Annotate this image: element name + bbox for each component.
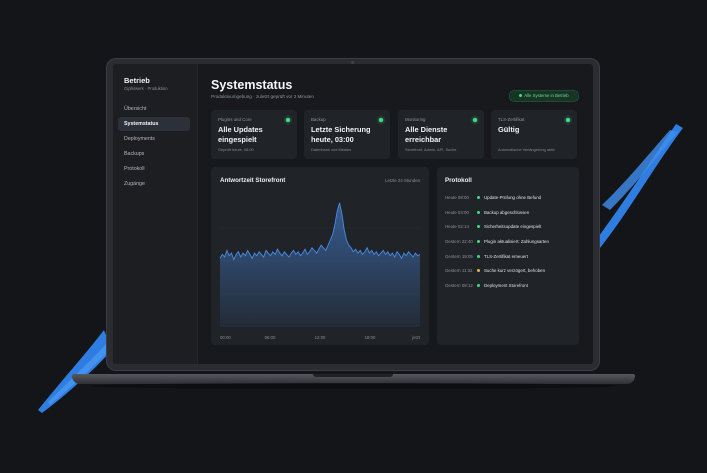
app-title: Betrieb — [124, 76, 150, 85]
sidebar-item-zugaenge[interactable]: Zugänge — [118, 177, 190, 191]
sidebar-item-backups[interactable]: Backups — [118, 147, 190, 161]
card-note: Geprüft heute, 08:00 — [218, 147, 254, 152]
card-plugins[interactable]: Plugins und Core Alle Updates eingespiel… — [211, 110, 297, 159]
sidebar: Betrieb Gipfelwerk · Produktion Übersich… — [113, 64, 198, 364]
log-text: Deployment Storefront — [484, 282, 528, 288]
log-time: Gestern 22:40 — [445, 238, 473, 244]
card-tls[interactable]: TLS-Zertifikat Gültig Automatische Verlä… — [491, 110, 577, 159]
status-dot-icon — [477, 269, 480, 273]
status-badge: Alle Systeme in Betrieb — [509, 90, 579, 102]
list-item[interactable]: Heute 03:00 Backup abgeschlossen — [445, 205, 575, 220]
status-dot-icon — [477, 225, 480, 229]
log-text: Sicherheitsupdate eingespielt — [484, 224, 542, 230]
page-title: Systemstatus — [211, 78, 293, 92]
sidebar-item-uebersicht[interactable]: Übersicht — [118, 102, 190, 116]
status-dot-icon — [477, 254, 480, 258]
log-time: Heute 08:00 — [445, 194, 469, 200]
sidebar-item-systemstatus[interactable]: Systemstatus — [118, 117, 190, 131]
sidebar-item-protokoll[interactable]: Protokoll — [118, 162, 190, 176]
status-dot-icon — [519, 94, 523, 98]
status-dot-icon — [566, 118, 570, 122]
card-label: TLS-Zertifikat — [498, 117, 525, 122]
log-time: Gestern 19:05 — [445, 253, 473, 259]
card-label: Plugins und Core — [218, 117, 252, 122]
status-dot-icon — [379, 118, 383, 122]
list-item[interactable]: Gestern 22:40 Plugin aktualisiert: Zahlun… — [445, 234, 575, 249]
sidebar-nav: Übersicht Systemstatus Deployments Backu… — [118, 102, 190, 192]
log-text: Backup abgeschlossen — [484, 209, 530, 215]
status-dot-icon — [286, 118, 290, 122]
list-item[interactable]: Gestern 19:05 TLS-Zertifikat erneuert — [445, 249, 575, 264]
status-dot-icon — [477, 195, 480, 199]
status-dot-icon — [477, 239, 480, 243]
x-tick-label: 18:00 — [365, 335, 376, 340]
protocol-title: Protokoll — [445, 177, 472, 184]
x-tick-label: 00:00 — [220, 335, 231, 340]
status-dot-icon — [477, 210, 480, 214]
app-subtitle: Gipfelwerk · Produktion — [124, 86, 168, 91]
card-value: Gültig — [498, 125, 520, 134]
list-item[interactable]: Heute 08:00 Update-Prüfung ohne Befund — [445, 190, 575, 205]
log-time: Gestern 11:32 — [445, 268, 473, 274]
laptop-base-notch — [313, 374, 393, 377]
log-time: Heute 03:00 — [445, 209, 469, 215]
status-dot-icon — [473, 118, 477, 122]
x-tick-label: 12:00 — [315, 335, 326, 340]
card-note: Storefront, Admin, API, Suche — [405, 147, 457, 152]
card-note: Datenbank und Medien — [311, 147, 352, 152]
status-badge-label: Alle Systeme in Betrieb — [524, 93, 569, 98]
page-subtitle: Produktivumgebung · zuletzt geprüft vor … — [211, 94, 314, 99]
log-text: Plugin aktualisiert: Zahlungsarten — [484, 238, 549, 244]
protocol-list: Heute 08:00 Update-Prüfung ohne Befund Heu… — [445, 190, 575, 293]
status-dot-icon — [477, 283, 480, 287]
card-label: Monitoring — [405, 117, 426, 122]
card-label: Backup — [311, 117, 326, 122]
log-text: TLS-Zertifikat erneuert — [484, 253, 528, 259]
protocol-panel: Protokoll Heute 08:00 Update-Prüfung ohne… — [437, 167, 579, 345]
log-text: Suche kurz verzögert, behoben — [484, 268, 546, 274]
x-tick-label: 06:00 — [265, 335, 276, 340]
x-tick-label: jetzt — [411, 335, 421, 340]
laptop-shadow — [90, 383, 617, 389]
list-item[interactable]: Heute 02:14 Sicherheitsupdate eingespielt — [445, 219, 575, 234]
response-time-chart: 00:00 06:00 12:00 18:00 jetzt — [219, 202, 421, 340]
list-item[interactable]: Gestern 09:12 Deployment Storefront — [445, 278, 575, 293]
log-time: Gestern 09:12 — [445, 282, 473, 288]
chart-area — [220, 202, 420, 327]
log-time: Heute 02:14 — [445, 224, 469, 230]
list-item[interactable]: Gestern 11:32 Suche kurz verzögert, behob… — [445, 263, 575, 278]
card-note: Automatische Verlängerung aktiv — [498, 147, 555, 152]
log-text: Update-Prüfung ohne Befund — [484, 194, 542, 200]
sidebar-item-deployments[interactable]: Deployments — [118, 132, 190, 146]
card-value: Letzte Sicherung heute, 03:00 — [311, 125, 371, 144]
chart-panel: Antwortzeit Storefront Letzte 24 Stunden… — [211, 167, 429, 345]
card-value: Alle Dienste erreichbar — [405, 125, 448, 144]
card-value: Alle Updates eingespielt — [218, 125, 263, 144]
card-monitoring[interactable]: Monitoring Alle Dienste erreichbar Store… — [398, 110, 484, 159]
card-backup[interactable]: Backup Letzte Sicherung heute, 03:00 Dat… — [304, 110, 390, 159]
app-screen: Betrieb Gipfelwerk · Produktion Übersich… — [113, 64, 593, 364]
